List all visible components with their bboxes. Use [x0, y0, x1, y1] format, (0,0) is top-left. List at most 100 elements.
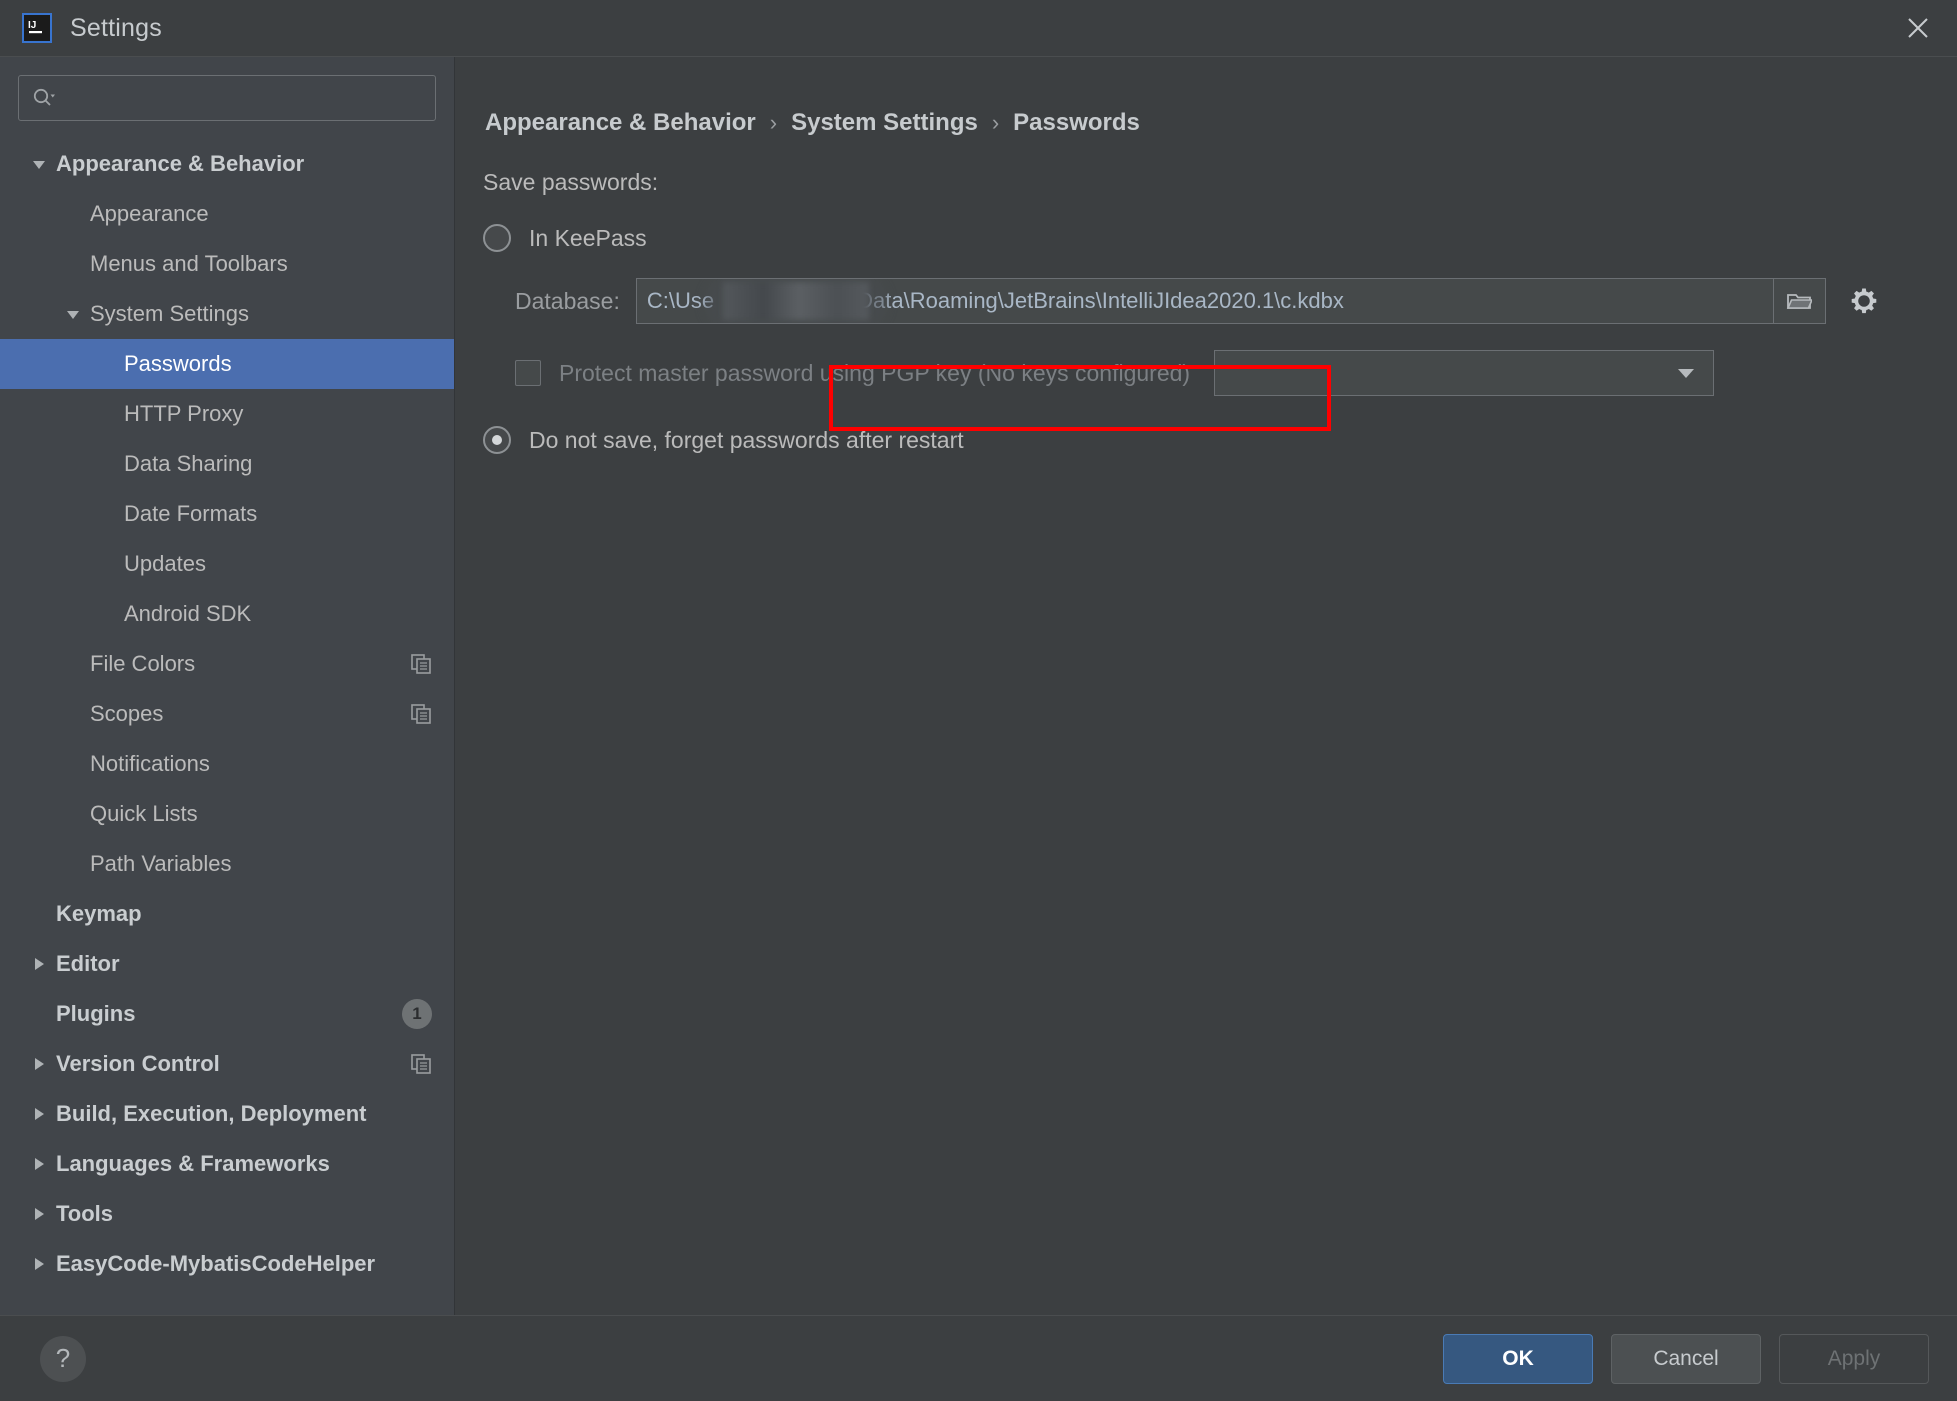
main-panel: Appearance & Behavior › System Settings › Pa…: [455, 57, 1957, 1315]
dialog-body: Appearance & Behavior Appearance Menus and…: [0, 56, 1957, 1315]
sidebar-item-android-sdk[interactable]: Android SDK: [0, 589, 454, 639]
folder-icon[interactable]: [1772, 279, 1825, 323]
sidebar-item-label: Plugins: [56, 1001, 136, 1026]
sidebar-item-label: EasyCode-MybatisCodeHelper: [56, 1251, 376, 1276]
sidebar-item-label: Tools: [56, 1201, 114, 1226]
sidebar-item-label: Quick Lists: [90, 801, 198, 826]
chevron-right-icon[interactable]: [22, 1205, 56, 1223]
breadcrumb-separator: ›: [769, 110, 778, 135]
sidebar-item-label: Menus and Toolbars: [90, 251, 288, 276]
sidebar-item-trailing: [410, 703, 432, 725]
search-input[interactable]: [63, 87, 423, 109]
gear-icon[interactable]: [1846, 283, 1882, 319]
close-icon[interactable]: [1897, 7, 1939, 49]
database-path-field[interactable]: C:\Use 1\AppData\Roaming\JetBrains\Intel…: [635, 278, 1826, 324]
sidebar-item-label: Android SDK: [124, 601, 252, 626]
sidebar-item-label: Keymap: [56, 901, 142, 926]
chevron-right-icon[interactable]: [22, 1255, 56, 1273]
sidebar-item-version-control[interactable]: Version Control: [0, 1039, 454, 1089]
sidebar-item-http-proxy[interactable]: HTTP Proxy: [0, 389, 454, 439]
settings-sidebar: Appearance & Behavior Appearance Menus and…: [0, 57, 455, 1315]
sidebar-item-label: Updates: [124, 551, 206, 576]
sidebar-item-label: Build, Execution, Deployment: [56, 1101, 367, 1126]
chevron-right-icon[interactable]: [22, 955, 56, 973]
search-box[interactable]: [18, 75, 436, 121]
sidebar-item-path-variables[interactable]: Path Variables: [0, 839, 454, 889]
sidebar-item-editor[interactable]: Editor: [0, 939, 454, 989]
sidebar-item-label: File Colors: [90, 651, 196, 676]
sidebar-item-trailing: [410, 1053, 432, 1075]
sidebar-item-label: Appearance & Behavior: [56, 151, 305, 176]
sidebar-item-label: System Settings: [90, 301, 249, 326]
search-container: [0, 57, 454, 135]
radio-in-keepass-indicator[interactable]: [483, 224, 511, 252]
sidebar-item-label: HTTP Proxy: [124, 401, 244, 426]
radio-in-keepass-label: In KeePass: [529, 224, 647, 251]
sidebar-item-appearance-behavior[interactable]: Appearance & Behavior: [0, 139, 454, 189]
database-path-value: C:\Use 1\AppData\Roaming\JetBrains\Intel…: [646, 288, 1344, 313]
search-icon: [33, 88, 55, 106]
sidebar-item-system-settings[interactable]: System Settings: [0, 289, 454, 339]
sidebar-item-label: Scopes: [90, 701, 164, 726]
sidebar-item-appearance[interactable]: Appearance: [0, 189, 454, 239]
sidebar-item-keymap[interactable]: Keymap: [0, 889, 454, 939]
chevron-down-icon[interactable]: [22, 155, 56, 173]
sidebar-item-build-execution-deployment[interactable]: Build, Execution, Deployment: [0, 1089, 454, 1139]
plugins-update-badge: 1: [402, 999, 432, 1029]
sidebar-item-menus-and-toolbars[interactable]: Menus and Toolbars: [0, 239, 454, 289]
sidebar-item-date-formats[interactable]: Date Formats: [0, 489, 454, 539]
sidebar-item-label: Data Sharing: [124, 451, 253, 476]
settings-tree: Appearance & Behavior Appearance Menus and…: [0, 135, 454, 1315]
ok-button[interactable]: OK: [1443, 1333, 1593, 1384]
sidebar-item-scopes[interactable]: Scopes: [0, 689, 454, 739]
sidebar-item-label: Version Control: [56, 1051, 220, 1076]
dialog-footer: ? OK Cancel Apply: [0, 1315, 1957, 1401]
breadcrumb-item[interactable]: Passwords: [1013, 109, 1140, 137]
sidebar-item-tools[interactable]: Tools: [0, 1189, 454, 1239]
sidebar-item-plugins[interactable]: Plugins 1: [0, 989, 454, 1039]
database-label: Database:: [515, 287, 620, 314]
chevron-right-icon[interactable]: [22, 1105, 56, 1123]
copy-icon[interactable]: [410, 703, 432, 725]
sidebar-item-data-sharing[interactable]: Data Sharing: [0, 439, 454, 489]
sidebar-item-trailing: 1: [402, 999, 432, 1029]
pgp-label: Protect master password using PGP key (N…: [559, 359, 1191, 386]
breadcrumb-item[interactable]: System Settings: [791, 109, 978, 137]
sidebar-item-easycode-mybatiscodehelper[interactable]: EasyCode-MybatisCodeHelper: [0, 1239, 454, 1289]
radio-in-keepass[interactable]: In KeePass: [455, 196, 1957, 252]
chevron-right-icon[interactable]: [22, 1055, 56, 1073]
sidebar-item-languages-frameworks[interactable]: Languages & Frameworks: [0, 1139, 454, 1189]
intellij-idea-logo-icon: IJ: [22, 13, 52, 43]
sidebar-item-label: Appearance: [90, 201, 209, 226]
sidebar-item-label: Languages & Frameworks: [56, 1151, 330, 1176]
pgp-row: Protect master password using PGP key (N…: [455, 324, 1957, 396]
apply-button[interactable]: Apply: [1779, 1333, 1929, 1384]
radio-do-not-save-indicator[interactable]: [483, 426, 511, 454]
breadcrumb-item[interactable]: Appearance & Behavior: [485, 109, 756, 137]
svg-text:IJ: IJ: [28, 20, 36, 31]
copy-icon[interactable]: [410, 1053, 432, 1075]
sidebar-item-label: Date Formats: [124, 501, 258, 526]
sidebar-item-label: Passwords: [124, 351, 232, 376]
title-bar: IJ Settings: [0, 0, 1957, 56]
chevron-right-icon[interactable]: [22, 1155, 56, 1173]
sidebar-item-updates[interactable]: Updates: [0, 539, 454, 589]
cancel-button[interactable]: Cancel: [1611, 1333, 1761, 1384]
sidebar-item-quick-lists[interactable]: Quick Lists: [0, 789, 454, 839]
radio-do-not-save[interactable]: Do not save, forget passwords after rest…: [455, 396, 1957, 454]
breadcrumb: Appearance & Behavior › System Settings › Pa…: [455, 57, 1957, 137]
pgp-key-select[interactable]: [1214, 350, 1715, 396]
save-passwords-label: Save passwords:: [483, 169, 659, 195]
pgp-checkbox[interactable]: [515, 360, 541, 386]
sidebar-item-trailing: [410, 653, 432, 675]
copy-icon[interactable]: [410, 653, 432, 675]
sidebar-item-file-colors[interactable]: File Colors: [0, 639, 454, 689]
database-row: Database: C:\Use 1\AppData\Roaming\JetBr…: [455, 252, 1957, 324]
sidebar-item-passwords[interactable]: Passwords: [0, 339, 454, 389]
settings-dialog: IJ Settings Appearance & Behavior Appear…: [0, 0, 1957, 1401]
help-icon[interactable]: ?: [40, 1335, 86, 1382]
chevron-down-icon[interactable]: [56, 305, 90, 323]
sidebar-item-notifications[interactable]: Notifications: [0, 739, 454, 789]
sidebar-item-label: Path Variables: [90, 851, 232, 876]
window-title: Settings: [70, 13, 162, 42]
